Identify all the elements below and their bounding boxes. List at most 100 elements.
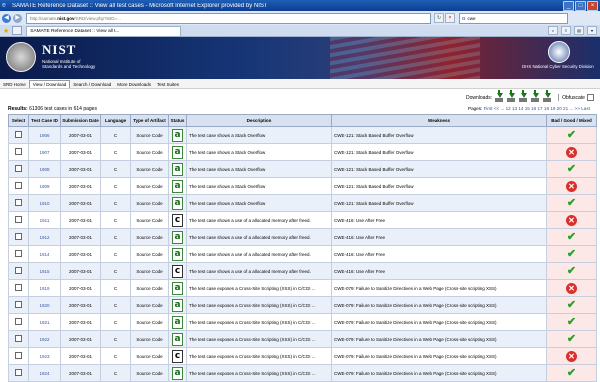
print-icon[interactable]: ▤ — [574, 26, 584, 35]
test-case-id-link[interactable]: 1910 — [28, 194, 61, 212]
download-icon[interactable] — [507, 90, 516, 102]
menu-view-download[interactable]: View / Download — [28, 80, 71, 88]
row-checkbox[interactable] — [15, 318, 22, 325]
description: The test case shows a use of a allocated… — [186, 211, 332, 229]
ie-logo-icon: e — [2, 2, 6, 9]
artifact-type: Source Code — [130, 364, 169, 382]
row-checkbox[interactable] — [15, 233, 22, 240]
red-x-icon: ✕ — [566, 350, 577, 362]
test-case-id-link[interactable]: 1919 — [28, 279, 61, 297]
tab-bar: ★ SAMATE Reference Dataset :: View all t… — [0, 25, 600, 37]
status-cell: a — [168, 177, 187, 195]
next-page-link[interactable]: >> — [575, 106, 580, 111]
results-summary: Results: 61306 test cases in 614 pages — [8, 106, 97, 112]
url-input[interactable]: http://samate. nist.gov/SRD/view.php?tsID… — [26, 12, 431, 24]
menu-srd-home[interactable]: SRD Home — [0, 81, 29, 88]
row-checkbox[interactable] — [15, 216, 22, 223]
weakness: CWE-416: Use After Free — [331, 245, 547, 263]
maximize-button[interactable]: □ — [575, 0, 586, 11]
row-checkbox[interactable] — [15, 301, 22, 308]
table-row: 1923 2007-03-01 C Source Code c The test case… — [8, 347, 597, 365]
tab-active[interactable]: SAMATE Reference Dataset :: View all t..… — [26, 25, 182, 36]
col-test-case-id[interactable]: Test Case ID — [28, 114, 61, 127]
test-case-id-link[interactable]: 1924 — [28, 364, 61, 382]
col-artifact-type[interactable]: Type of Artifact — [130, 114, 169, 127]
first-page-link[interactable]: First — [484, 106, 493, 111]
language: C — [100, 228, 131, 246]
test-case-id-link[interactable]: 1915 — [28, 262, 61, 280]
row-checkbox[interactable] — [15, 284, 22, 291]
submission-date: 2007-03-01 — [60, 279, 101, 297]
obfuscate-toggle[interactable]: Obfuscate — [558, 94, 594, 101]
row-checkbox[interactable] — [15, 267, 22, 274]
back-button[interactable]: ◀ — [2, 13, 11, 23]
test-case-id-link[interactable]: 1912 — [28, 228, 61, 246]
test-case-id-link[interactable]: 1911 — [28, 211, 61, 229]
page-menu-icon[interactable]: ▾ — [587, 26, 597, 35]
status-cell: a — [168, 143, 187, 161]
col-select[interactable]: Select — [8, 114, 29, 127]
favorites-star-icon[interactable]: ★ — [3, 27, 9, 35]
status-a-icon: a — [172, 196, 183, 210]
col-weakness[interactable]: Weakness — [331, 114, 547, 127]
status-a-icon: a — [172, 315, 183, 329]
test-case-id-link[interactable]: 1923 — [28, 347, 61, 365]
col-status[interactable]: Status — [168, 114, 187, 127]
test-case-id-link[interactable]: 1922 — [28, 330, 61, 348]
table-row: 1924 2007-03-01 C Source Code a The test case… — [8, 364, 597, 382]
status-cell: a — [168, 194, 187, 212]
test-case-id-link[interactable]: 1907 — [28, 143, 61, 161]
feeds-icon[interactable]: ≡ — [561, 26, 571, 35]
col-result[interactable]: Bad / Good / Mixed — [546, 114, 597, 127]
artifact-type: Source Code — [130, 160, 169, 178]
menu-test-suites[interactable]: Test Suites — [154, 81, 182, 88]
test-case-id-link[interactable]: 1920 — [28, 296, 61, 314]
row-checkbox[interactable] — [15, 148, 22, 155]
select-cell — [8, 313, 29, 331]
menu-more-downloads[interactable]: More Downloads — [114, 81, 154, 88]
description: The test case shows a Stack Overflow — [186, 194, 332, 212]
test-case-id-link[interactable]: 1908 — [28, 160, 61, 178]
row-checkbox[interactable] — [15, 335, 22, 342]
last-page-link[interactable]: Last — [581, 106, 590, 111]
download-icon[interactable] — [543, 90, 552, 102]
col-language[interactable]: Language — [100, 114, 131, 127]
row-checkbox[interactable] — [15, 182, 22, 189]
home-icon[interactable]: ⌂ — [548, 26, 558, 35]
page-number-links[interactable]: ... 12 13 14 15 16 17 18 19 20 21 ... — [500, 106, 573, 111]
close-button[interactable]: × — [587, 0, 598, 11]
status-cell: a — [168, 279, 187, 297]
submission-date: 2007-03-01 — [60, 347, 101, 365]
row-checkbox[interactable] — [15, 131, 22, 138]
quick-tabs-icon[interactable] — [12, 26, 23, 35]
nist-logo[interactable]: NIST — [42, 42, 76, 58]
download-icon[interactable] — [531, 90, 540, 102]
test-case-id-link[interactable]: 1921 — [28, 313, 61, 331]
obfuscate-checkbox[interactable] — [586, 94, 594, 101]
minimize-button[interactable]: _ — [563, 0, 574, 11]
checkmark-icon: ✔ — [566, 247, 577, 260]
search-input[interactable]: G cwe — [459, 12, 568, 24]
status-a-icon: a — [172, 179, 183, 193]
language: C — [100, 211, 131, 229]
stop-icon[interactable]: × — [445, 13, 455, 23]
row-checkbox[interactable] — [15, 250, 22, 257]
row-checkbox[interactable] — [15, 199, 22, 206]
download-icon[interactable] — [519, 90, 528, 102]
menu-search-download[interactable]: Search / Download — [70, 81, 114, 88]
test-case-id-link[interactable]: 1909 — [28, 177, 61, 195]
row-checkbox[interactable] — [15, 165, 22, 172]
col-submission-date[interactable]: Submission Date — [60, 114, 101, 127]
artifact-type: Source Code — [130, 228, 169, 246]
col-description[interactable]: Description — [186, 114, 332, 127]
test-case-id-link[interactable]: 1914 — [28, 245, 61, 263]
forward-button[interactable]: ▶ — [13, 13, 22, 23]
submission-date: 2007-03-01 — [60, 245, 101, 263]
red-x-icon: ✕ — [566, 214, 577, 226]
refresh-icon[interactable]: ↻ — [434, 13, 444, 23]
result-cell: ✕ — [546, 177, 597, 195]
prev-page-link[interactable]: << — [494, 106, 499, 111]
row-checkbox[interactable] — [15, 352, 22, 359]
download-icon[interactable] — [495, 90, 504, 102]
test-case-id-link[interactable]: 1906 — [28, 126, 61, 144]
